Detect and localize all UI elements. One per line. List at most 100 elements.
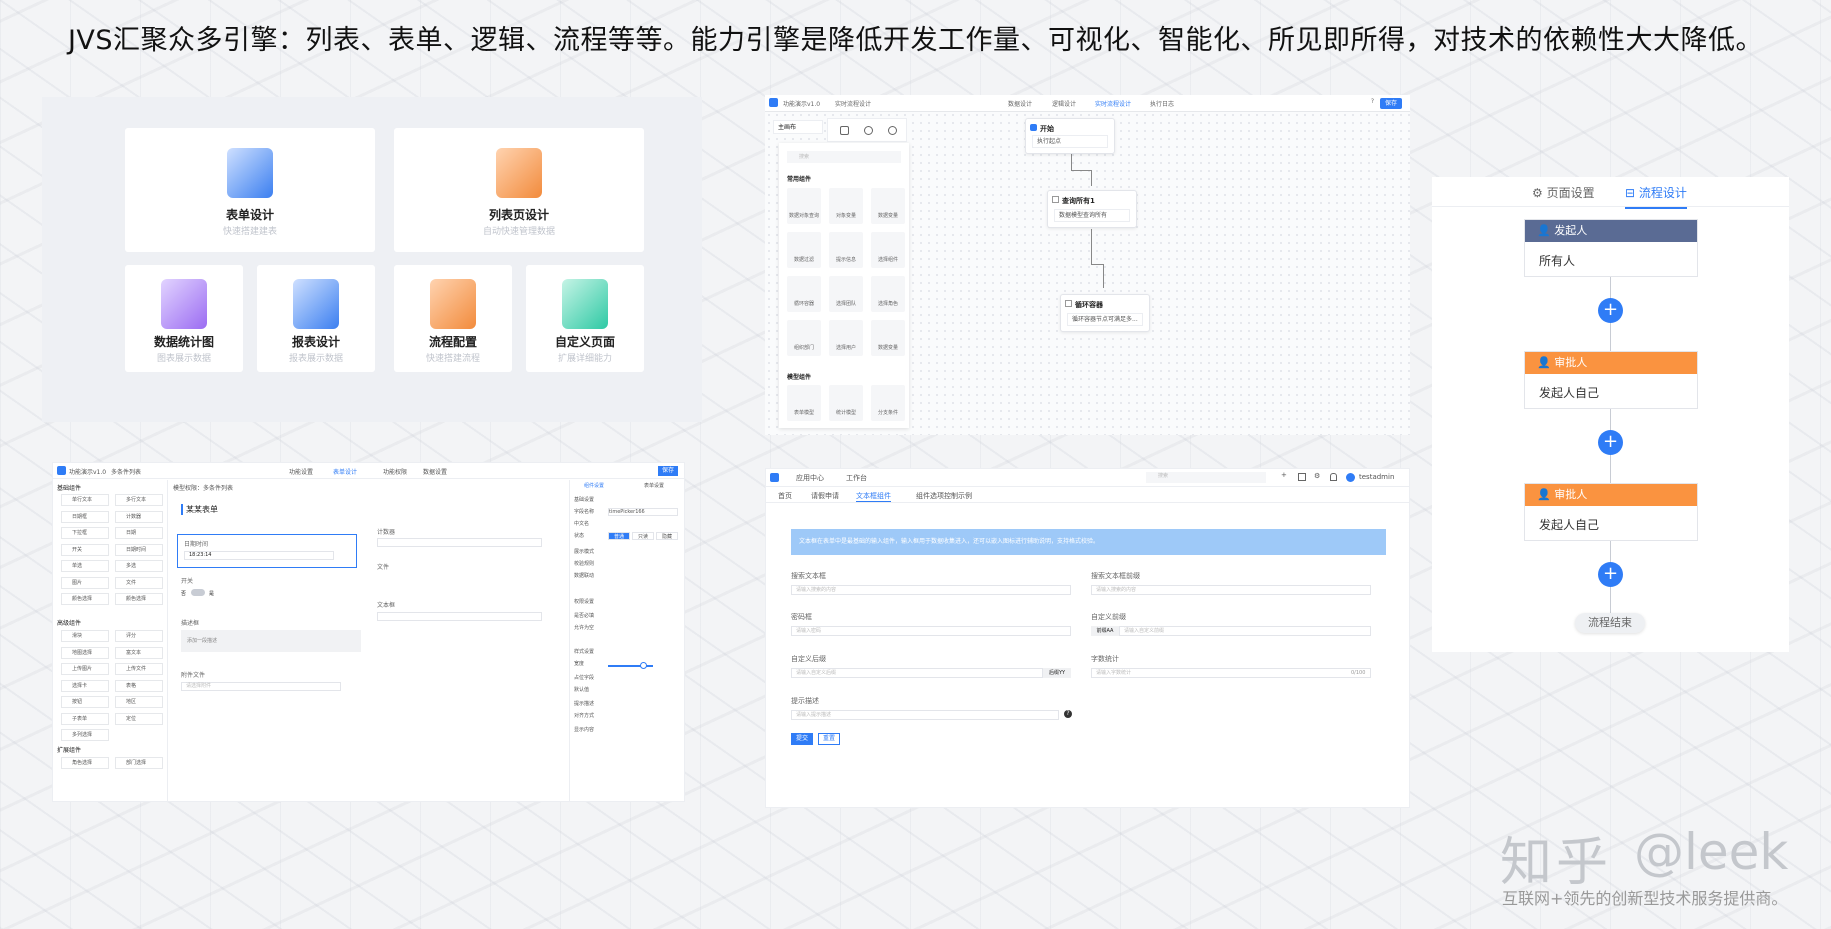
nav-workbench[interactable]: 工作台 — [846, 473, 867, 483]
group-basic-settings[interactable]: 基础设置 — [574, 496, 594, 503]
tab-leave[interactable]: 请假申请 — [811, 491, 839, 501]
form-component-item[interactable]: 颜色选择 — [115, 593, 163, 605]
card-flow-config[interactable]: 流程配置 快速搭建流程 — [394, 265, 512, 372]
password-input[interactable]: 请输入密码 — [791, 626, 1071, 636]
status-option[interactable]: 只读 — [632, 532, 654, 540]
group-common[interactable]: 常用组件 — [787, 174, 811, 183]
form-component-item[interactable]: 多行文本 — [115, 494, 163, 506]
date-time-input[interactable]: 18:23:14 — [184, 551, 334, 560]
form-component-item[interactable]: 开关 — [61, 543, 109, 556]
help-icon[interactable]: ? — [1064, 710, 1072, 718]
form-component-item[interactable]: 下拉框 — [61, 527, 109, 539]
form-component-item[interactable]: 上传文件 — [115, 663, 163, 675]
flow-component-tile[interactable]: 数据过滤 — [787, 232, 821, 268]
tip-input[interactable]: 请输入提示描述 — [791, 710, 1059, 720]
tab-form-settings[interactable]: 表单设置 — [644, 482, 664, 489]
flow-node-start[interactable]: 开始 执行起点 — [1025, 118, 1115, 154]
model-component-tile[interactable]: 分支条件 — [871, 385, 905, 421]
field-name-value[interactable]: timePicker166 — [608, 508, 678, 516]
flow-component-tile[interactable]: 循环容器 — [787, 276, 821, 312]
user-name[interactable]: testadmin — [1359, 473, 1394, 481]
form-component-item[interactable]: 选择卡 — [61, 679, 109, 692]
component-icon[interactable] — [840, 126, 849, 135]
form-component-item[interactable]: 地区 — [115, 696, 163, 708]
tab-text-component[interactable]: 文本框组件 — [856, 491, 891, 502]
form-component-item[interactable]: 日期 — [115, 527, 163, 539]
step-initiator[interactable]: 👤 发起人 所有人 — [1524, 219, 1698, 277]
form-component-item[interactable]: 单行文本 — [61, 494, 109, 506]
tab-form-design[interactable]: 表单设计 — [333, 467, 357, 476]
global-search-input[interactable]: 搜索 — [1146, 472, 1266, 483]
clock-icon[interactable] — [864, 126, 873, 135]
nav-app-center[interactable]: 应用中心 — [796, 473, 824, 483]
card-data-chart[interactable]: 数据统计图 图表展示数据 — [125, 265, 243, 372]
reset-button[interactable]: 重置 — [818, 733, 840, 745]
form-component-item[interactable]: 颜色选择 — [61, 593, 109, 605]
bell-icon[interactable] — [1330, 473, 1337, 481]
group-permission-settings[interactable]: 权限设置 — [574, 598, 594, 605]
group-advanced[interactable]: 高级组件 — [57, 618, 81, 627]
word-count-input[interactable]: 请输入字数统计 — [1091, 668, 1371, 678]
card-report-design[interactable]: 报表设计 报表展示数据 — [257, 265, 375, 372]
tab-data-settings[interactable]: 数据设置 — [423, 467, 447, 476]
flow-component-tile[interactable]: 数据对象查询 — [787, 188, 821, 224]
tab-component-settings[interactable]: 组件设置 — [584, 482, 604, 489]
save-button[interactable]: 保存 — [1380, 98, 1402, 109]
form-component-item[interactable]: 多选 — [115, 560, 163, 572]
width-slider-handle[interactable] — [640, 662, 647, 669]
step-approver-2[interactable]: 👤 审批人 发起人自己 — [1524, 483, 1698, 541]
component-search-input[interactable]: 搜索 — [787, 151, 901, 163]
form-component-item[interactable]: 子表单 — [61, 712, 109, 725]
card-custom-page[interactable]: 自定义页面 扩展详细能力 — [526, 265, 644, 372]
form-component-item[interactable]: 角色选择 — [61, 757, 109, 769]
selected-field-box[interactable]: 日期时间 18:23:14 — [177, 534, 357, 568]
model-component-tile[interactable]: 统计模型 — [829, 385, 863, 421]
gear-icon[interactable]: ⚙ — [1314, 472, 1320, 480]
form-component-item[interactable]: 计数器 — [115, 510, 163, 523]
group-extension[interactable]: 扩展组件 — [57, 745, 81, 754]
tab-home[interactable]: 首页 — [778, 491, 792, 501]
flow-component-tile[interactable]: 对象变量 — [829, 188, 863, 224]
form-component-item[interactable]: 按钮 — [61, 696, 109, 708]
form-component-item[interactable]: 文件 — [115, 576, 163, 589]
form-component-item[interactable]: 上传图片 — [61, 663, 109, 675]
form-component-item[interactable]: 定位 — [115, 712, 163, 725]
save-button[interactable]: 保存 — [658, 466, 678, 476]
form-component-item[interactable]: 图片 — [61, 576, 109, 589]
flow-component-tile[interactable]: 选择用户 — [829, 320, 863, 356]
tab-data-design[interactable]: 数据设计 — [1008, 99, 1032, 108]
submit-button[interactable]: 提交 — [791, 733, 813, 745]
flow-node-query[interactable]: 查询所有1 数据模型查询所有 — [1047, 190, 1137, 228]
form-component-item[interactable]: 地图选择 — [61, 646, 109, 659]
card-list-design[interactable]: 列表页设计 自动快速管理数据 — [394, 128, 644, 252]
switch-toggle[interactable] — [191, 589, 205, 596]
tab-main-canvas[interactable]: 主画布 — [773, 120, 823, 134]
flow-component-tile[interactable]: 组织部门 — [787, 320, 821, 356]
custom-suffix-input[interactable]: 请输入自定义后缀 — [791, 668, 1043, 678]
flow-component-tile[interactable]: 选择团队 — [829, 276, 863, 312]
flow-component-tile[interactable]: 数据变量 — [871, 188, 905, 224]
search-prefix-input[interactable]: 请输入搜索的内容 — [1091, 585, 1371, 595]
counter-input[interactable] — [377, 538, 542, 547]
avatar[interactable] — [1346, 473, 1355, 482]
help-icon[interactable]: ? — [1371, 98, 1374, 105]
group-basic[interactable]: 基础组件 — [57, 483, 81, 492]
form-component-item[interactable]: 日期框 — [61, 510, 109, 523]
text-input[interactable] — [377, 612, 542, 621]
add-node-button[interactable]: + — [1598, 562, 1623, 587]
add-node-button[interactable]: + — [1598, 430, 1623, 455]
tab-logic-design[interactable]: 逻辑设计 — [1052, 99, 1076, 108]
form-component-item[interactable]: 单选 — [61, 560, 109, 572]
tab-exec-log[interactable]: 执行日志 — [1150, 99, 1174, 108]
add-node-button[interactable]: + — [1598, 298, 1623, 323]
card-form-design[interactable]: 表单设计 快速搭建建表 — [125, 128, 375, 252]
form-component-item[interactable]: 日期时间 — [115, 543, 163, 556]
group-model[interactable]: 模型组件 — [787, 372, 811, 381]
tab-option-control[interactable]: 组件选项控制示例 — [916, 491, 972, 501]
tab-flow-design[interactable]: 实时流程设计 — [1095, 99, 1131, 108]
step-approver-1[interactable]: 👤 审批人 发起人自己 — [1524, 351, 1698, 409]
form-component-item[interactable]: 评分 — [115, 630, 163, 642]
flow-component-tile[interactable]: 数据变量 — [871, 320, 905, 356]
flow-component-tile[interactable]: 选择组件 — [871, 232, 905, 268]
status-option[interactable]: 普通 — [608, 532, 630, 540]
